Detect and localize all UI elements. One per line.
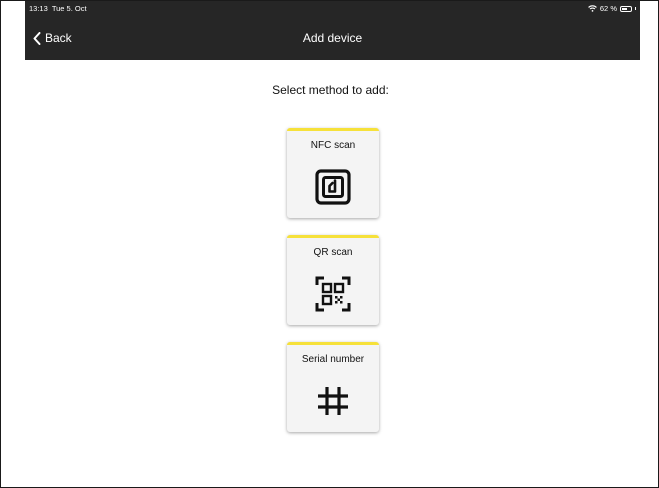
status-clock: 13:13: [29, 4, 48, 13]
battery-percent: 62 %: [599, 4, 617, 13]
status-date: Tue 5. Oct: [51, 4, 87, 13]
qr-scan-button[interactable]: QR scan: [287, 235, 379, 325]
nfc-scan-label: NFC scan: [310, 140, 356, 151]
qr-scan-label: QR scan: [313, 247, 353, 258]
nfc-scan-button[interactable]: NFC scan: [287, 128, 379, 218]
status-time: 13:13 Tue 5. Oct: [29, 4, 87, 13]
nfc-icon: [315, 169, 351, 205]
page-title: Add device: [302, 31, 363, 45]
status-bar: 13:13 Tue 5. Oct 62 %: [25, 1, 640, 16]
serial-number-button[interactable]: Serial number: [287, 342, 379, 432]
device-frame: 13:13 Tue 5. Oct 62 % Back Add device Se…: [0, 0, 659, 488]
qr-code-icon: [315, 276, 351, 312]
select-method-prompt: Select method to add:: [272, 83, 389, 97]
hash-icon: [318, 387, 348, 415]
battery-tip: [635, 7, 636, 10]
navigation-bar: Back Add device: [25, 16, 640, 60]
wifi-icon: [588, 5, 597, 12]
serial-number-label: Serial number: [301, 354, 365, 365]
battery-level: [622, 7, 627, 10]
battery-icon: [620, 5, 632, 12]
status-indicators: 62 %: [588, 4, 636, 13]
